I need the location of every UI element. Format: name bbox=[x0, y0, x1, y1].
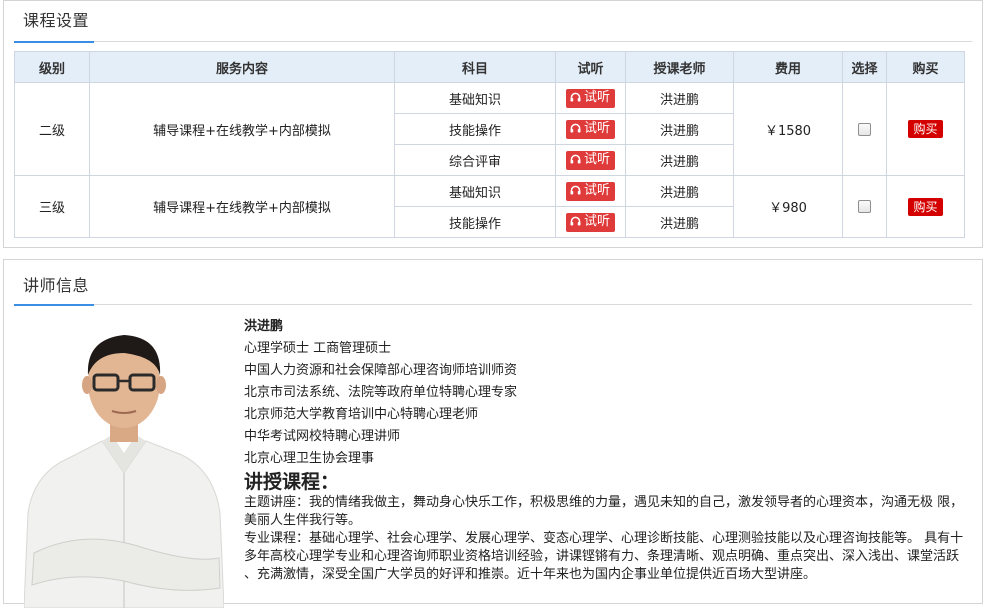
teacher-name: 洪进鹏 bbox=[244, 319, 284, 334]
teacher-photo bbox=[24, 323, 224, 608]
subject-cell: 综合评审 bbox=[394, 144, 556, 176]
teacher-cell: 洪进鹏 bbox=[625, 82, 734, 114]
credential-line: 中华考试网校特聘心理讲师 bbox=[244, 429, 401, 444]
buy-cell: 购买 bbox=[886, 175, 965, 238]
fee-cell: ￥1580 bbox=[733, 82, 843, 176]
courses-heading: 讲授课程： bbox=[244, 471, 340, 493]
trial-cell: 试听 bbox=[555, 175, 626, 207]
teacher-bio: 洪进鹏 心理学硕士 工商管理硕士 中国人力资源和社会保障部心理咨询师培训师资 北… bbox=[244, 316, 964, 584]
teacher-section-title: 讲师信息 bbox=[23, 276, 90, 295]
teacher-cell: 洪进鹏 bbox=[625, 175, 734, 207]
teacher-panel-header: 讲师信息 bbox=[14, 260, 972, 306]
headphones-icon bbox=[570, 185, 581, 195]
teacher-portrait-image bbox=[24, 335, 224, 608]
select-cell bbox=[842, 82, 887, 176]
col-teacher: 授课老师 bbox=[625, 51, 734, 83]
course-table: 级别 服务内容 科目 试听 授课老师 费用 选择 购买 二级 辅导课程+在线教学… bbox=[14, 51, 965, 238]
headphones-icon bbox=[570, 92, 581, 102]
credential-line: 中国人力资源和社会保障部心理咨询师培训师资 bbox=[244, 363, 518, 378]
trial-cell: 试听 bbox=[555, 113, 626, 145]
table-header-row: 级别 服务内容 科目 试听 授课老师 费用 选择 购买 bbox=[14, 51, 965, 83]
trial-cell: 试听 bbox=[555, 82, 626, 114]
trial-button[interactable]: 试听 bbox=[565, 181, 615, 201]
subject-cell: 基础知识 bbox=[394, 82, 556, 114]
service-cell: 辅导课程+在线教学+内部模拟 bbox=[89, 175, 395, 238]
credential-line: 北京师范大学教育培训中心特聘心理老师 bbox=[244, 407, 479, 422]
trial-label: 试听 bbox=[583, 120, 610, 136]
col-subject: 科目 bbox=[394, 51, 556, 83]
service-cell: 辅导课程+在线教学+内部模拟 bbox=[89, 82, 395, 176]
trial-label: 试听 bbox=[583, 213, 610, 229]
level-cell: 二级 bbox=[14, 82, 90, 176]
headphones-icon bbox=[570, 216, 581, 226]
headphones-icon bbox=[570, 123, 581, 133]
col-fee: 费用 bbox=[733, 51, 843, 83]
fee-cell: ￥980 bbox=[733, 175, 843, 238]
table-row: 三级 辅导课程+在线教学+内部模拟 基础知识 试听 洪进鹏 ￥980 购买 bbox=[14, 175, 965, 238]
table-row: 二级 辅导课程+在线教学+内部模拟 基础知识 试听 洪进鹏 ￥1580 购买 bbox=[14, 82, 965, 176]
topic-lectures-text: 主题讲座：我的情绪我做主，舞动身心快乐工作，积极思维的力量，遇见未知的自己，激发… bbox=[244, 495, 964, 528]
credential-line: 北京心理卫生协会理事 bbox=[244, 451, 375, 466]
trial-button[interactable]: 试听 bbox=[565, 212, 615, 232]
trial-cell: 试听 bbox=[555, 206, 626, 238]
teacher-cell: 洪进鹏 bbox=[625, 144, 734, 176]
select-checkbox[interactable] bbox=[858, 200, 871, 213]
col-service: 服务内容 bbox=[89, 51, 395, 83]
level-cell: 三级 bbox=[14, 175, 90, 238]
title-underline bbox=[14, 41, 94, 43]
trial-label: 试听 bbox=[583, 89, 610, 105]
buy-button[interactable]: 购买 bbox=[908, 120, 943, 138]
subject-cell: 技能操作 bbox=[394, 113, 556, 145]
course-panel-header: 课程设置 bbox=[14, 1, 972, 43]
trial-button[interactable]: 试听 bbox=[565, 88, 615, 108]
credential-line: 北京市司法系统、法院等政府单位特聘心理专家 bbox=[244, 385, 518, 400]
buy-cell: 购买 bbox=[886, 82, 965, 176]
trial-button[interactable]: 试听 bbox=[565, 119, 615, 139]
trial-label: 试听 bbox=[583, 151, 610, 167]
col-level: 级别 bbox=[14, 51, 90, 83]
subject-cell: 技能操作 bbox=[394, 206, 556, 238]
course-panel: 课程设置 级别 服务内容 科目 试听 授课老师 费用 选择 购买 二级 辅导课程… bbox=[3, 0, 983, 248]
professional-courses-text: 专业课程：基础心理学、社会心理学、发展心理学、变态心理学、心理诊断技能、心理测验… bbox=[244, 531, 964, 582]
col-select: 选择 bbox=[842, 51, 887, 83]
teacher-panel: 讲师信息 洪进鹏 心理学硕士 工商管理硕士 中国人力资源和社会保障部心理咨询师培… bbox=[3, 259, 983, 608]
trial-cell: 试听 bbox=[555, 144, 626, 176]
trial-button[interactable]: 试听 bbox=[565, 150, 615, 170]
headphones-icon bbox=[570, 154, 581, 164]
credential-line: 心理学硕士 工商管理硕士 bbox=[244, 341, 392, 356]
col-trial: 试听 bbox=[555, 51, 626, 83]
course-section-title: 课程设置 bbox=[23, 11, 90, 30]
subject-cell: 基础知识 bbox=[394, 175, 556, 207]
teacher-cell: 洪进鹏 bbox=[625, 113, 734, 145]
select-cell bbox=[842, 175, 887, 238]
teacher-cell: 洪进鹏 bbox=[625, 206, 734, 238]
title-underline bbox=[14, 304, 94, 306]
buy-button[interactable]: 购买 bbox=[908, 197, 943, 216]
col-buy: 购买 bbox=[886, 51, 965, 83]
select-checkbox[interactable] bbox=[858, 122, 871, 136]
trial-label: 试听 bbox=[583, 182, 610, 198]
